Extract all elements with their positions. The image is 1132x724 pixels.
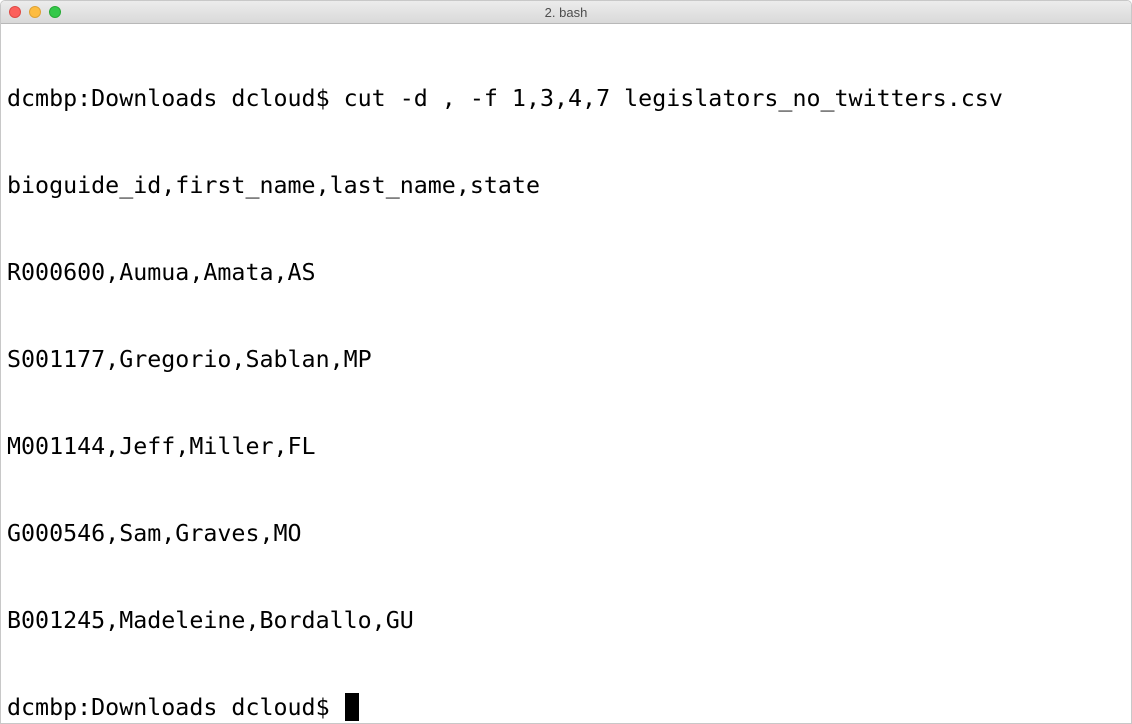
terminal-line-header: bioguide_id,first_name,last_name,state [7,172,540,199]
window-title: 2. bash [544,5,588,20]
terminal-line-output: R000600,Aumua,Amata,AS [7,259,316,286]
title-bar[interactable]: 2. bash [1,1,1131,24]
terminal-line-output: B001245,Madeleine,Bordallo,GU [7,607,414,634]
terminal-window: 2. bash dcmbp:Downloads dcloud$ cut -d ,… [0,0,1132,724]
text-cursor [344,693,359,721]
terminal-output[interactable]: dcmbp:Downloads dcloud$ cut -d , -f 1,3,… [7,26,1125,723]
terminal-line-output: S001177,Gregorio,Sablan,MP [7,346,372,373]
terminal-prompt-line[interactable]: dcmbp:Downloads dcloud$ [7,693,1125,722]
terminal-line-command: dcmbp:Downloads dcloud$ cut -d , -f 1,3,… [7,85,1003,112]
terminal-line-output: G000546,Sam,Graves,MO [7,520,302,547]
terminal-line-output: M001144,Jeff,Miller,FL [7,433,316,460]
shell-prompt: dcmbp:Downloads dcloud$ [7,694,344,721]
